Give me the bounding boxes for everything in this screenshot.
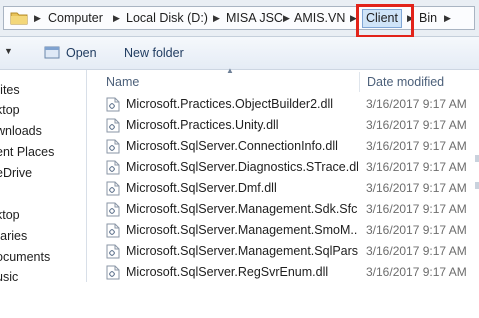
nav-item-label: usic — [0, 270, 19, 282]
file-date-modified: 3/16/2017 9:17 AM — [366, 160, 467, 174]
scrollbar-mark[interactable] — [475, 155, 479, 162]
breadcrumb-separator[interactable]: ▶ — [34, 10, 41, 27]
breadcrumb-separator[interactable]: ▶ — [444, 10, 451, 27]
nav-item-label: eDrive — [0, 166, 33, 180]
address-bar-area: ▶ Computer ▶ Local Disk (D:) ▶ MISA JSC … — [0, 0, 479, 38]
dll-file-icon — [106, 244, 120, 259]
navigation-pane: rites ktop wnloads ent Places eDrive kto… — [0, 70, 87, 282]
nav-item-desktop-2[interactable]: ktop — [0, 206, 24, 224]
file-date-modified: 3/16/2017 9:17 AM — [366, 97, 467, 111]
dll-file-icon — [106, 139, 120, 154]
folder-icon — [10, 12, 28, 25]
breadcrumb-computer[interactable]: Computer — [48, 10, 103, 27]
file-date-modified: 3/16/2017 9:17 AM — [366, 265, 467, 279]
dll-file-icon — [106, 265, 120, 280]
file-row[interactable]: Microsoft.SqlServer.Management.SmoM... 3/… — [88, 220, 478, 241]
file-name: Microsoft.SqlServer.ConnectionInfo.dll — [126, 139, 338, 153]
file-name: Microsoft.Practices.ObjectBuilder2.dll — [126, 97, 334, 111]
dll-file-icon — [106, 202, 120, 217]
dll-file-icon — [106, 118, 120, 133]
file-date-modified: 3/16/2017 9:17 AM — [366, 202, 467, 216]
breadcrumb-local-disk[interactable]: Local Disk (D:) — [126, 10, 208, 27]
column-divider[interactable] — [359, 72, 360, 92]
file-name: Microsoft.SqlServer.Dmf.dll — [126, 181, 277, 195]
nav-item-label: raries — [0, 229, 28, 243]
nav-item-downloads[interactable]: wnloads — [0, 122, 46, 140]
file-name: Microsoft.SqlServer.Management.Sdk.Sfc..… — [126, 202, 358, 216]
file-name: Microsoft.SqlServer.Management.SmoM... — [126, 223, 358, 237]
dll-file-icon — [106, 97, 120, 112]
file-row[interactable]: Microsoft.SqlServer.Diagnostics.STrace.d… — [88, 157, 478, 178]
file-row[interactable]: Microsoft.SqlServer.RegSvrEnum.dll 3/16/2… — [88, 262, 478, 283]
file-row[interactable]: Microsoft.SqlServer.Management.SqlPars..… — [88, 241, 478, 262]
column-header-date-modified[interactable]: Date modified — [367, 70, 444, 94]
breadcrumb-separator[interactable]: ▶ — [213, 10, 220, 27]
breadcrumb-misa-jsc[interactable]: MISA JSC — [226, 10, 283, 27]
dll-file-icon — [106, 223, 120, 238]
file-name: Microsoft.SqlServer.Management.SqlPars..… — [126, 244, 358, 258]
blank-panel — [0, 282, 479, 318]
file-row[interactable]: Microsoft.Practices.ObjectBuilder2.dll 3/… — [88, 94, 478, 115]
breadcrumb-bin[interactable]: Bin — [419, 10, 437, 27]
column-header-name[interactable]: Name — [106, 70, 139, 94]
breadcrumb-separator[interactable]: ▶ — [113, 10, 120, 27]
file-date-modified: 3/16/2017 9:17 AM — [366, 139, 467, 153]
toolbar: ▼ Open New folder — [0, 37, 479, 70]
nav-item-label: wnloads — [0, 124, 42, 138]
file-date-modified: 3/16/2017 9:17 AM — [366, 244, 467, 258]
nav-item-recent-places[interactable]: ent Places — [0, 143, 58, 161]
nav-item-label: ocuments — [0, 250, 51, 264]
nav-item-label: rites — [0, 83, 20, 97]
new-folder-button[interactable]: New folder — [124, 45, 184, 61]
nav-item-onedrive[interactable]: eDrive — [0, 164, 36, 182]
file-row[interactable]: Microsoft.SqlServer.ConnectionInfo.dll 3/… — [88, 136, 478, 157]
file-date-modified: 3/16/2017 9:17 AM — [366, 223, 467, 237]
nav-item-label: ktop — [0, 103, 20, 117]
nav-item-libraries[interactable]: raries — [0, 227, 31, 245]
nav-item-label: ent Places — [0, 145, 55, 159]
sort-up-icon: ▲ — [226, 66, 234, 75]
client-highlight-box — [356, 4, 414, 38]
open-icon — [44, 46, 60, 59]
nav-item-desktop[interactable]: ktop — [0, 101, 24, 119]
open-button[interactable]: Open — [66, 45, 97, 61]
file-row[interactable]: Microsoft.SqlServer.Dmf.dll 3/16/2017 9:1… — [88, 178, 478, 199]
scrollbar-mark[interactable] — [475, 182, 479, 189]
dll-file-icon — [106, 160, 120, 175]
file-row[interactable]: Microsoft.Practices.Unity.dll 3/16/2017 9… — [88, 115, 478, 136]
nav-item-favorites[interactable]: rites — [0, 81, 24, 99]
file-row[interactable]: Microsoft.SqlServer.Management.Sdk.Sfc..… — [88, 199, 478, 220]
file-name: Microsoft.SqlServer.Diagnostics.STrace.d… — [126, 160, 358, 174]
file-date-modified: 3/16/2017 9:17 AM — [366, 118, 467, 132]
organize-dropdown-arrow[interactable]: ▼ — [4, 46, 13, 56]
nav-item-documents[interactable]: ocuments — [0, 248, 54, 266]
breadcrumb-amis-vn[interactable]: AMIS.VN — [294, 10, 345, 27]
file-name: Microsoft.Practices.Unity.dll — [126, 118, 279, 132]
nav-item-music[interactable]: usic — [0, 268, 22, 282]
breadcrumb-separator[interactable]: ▶ — [283, 10, 290, 27]
nav-item-label: ktop — [0, 208, 20, 222]
dll-file-icon — [106, 181, 120, 196]
file-date-modified: 3/16/2017 9:17 AM — [366, 181, 467, 195]
file-name: Microsoft.SqlServer.RegSvrEnum.dll — [126, 265, 329, 279]
